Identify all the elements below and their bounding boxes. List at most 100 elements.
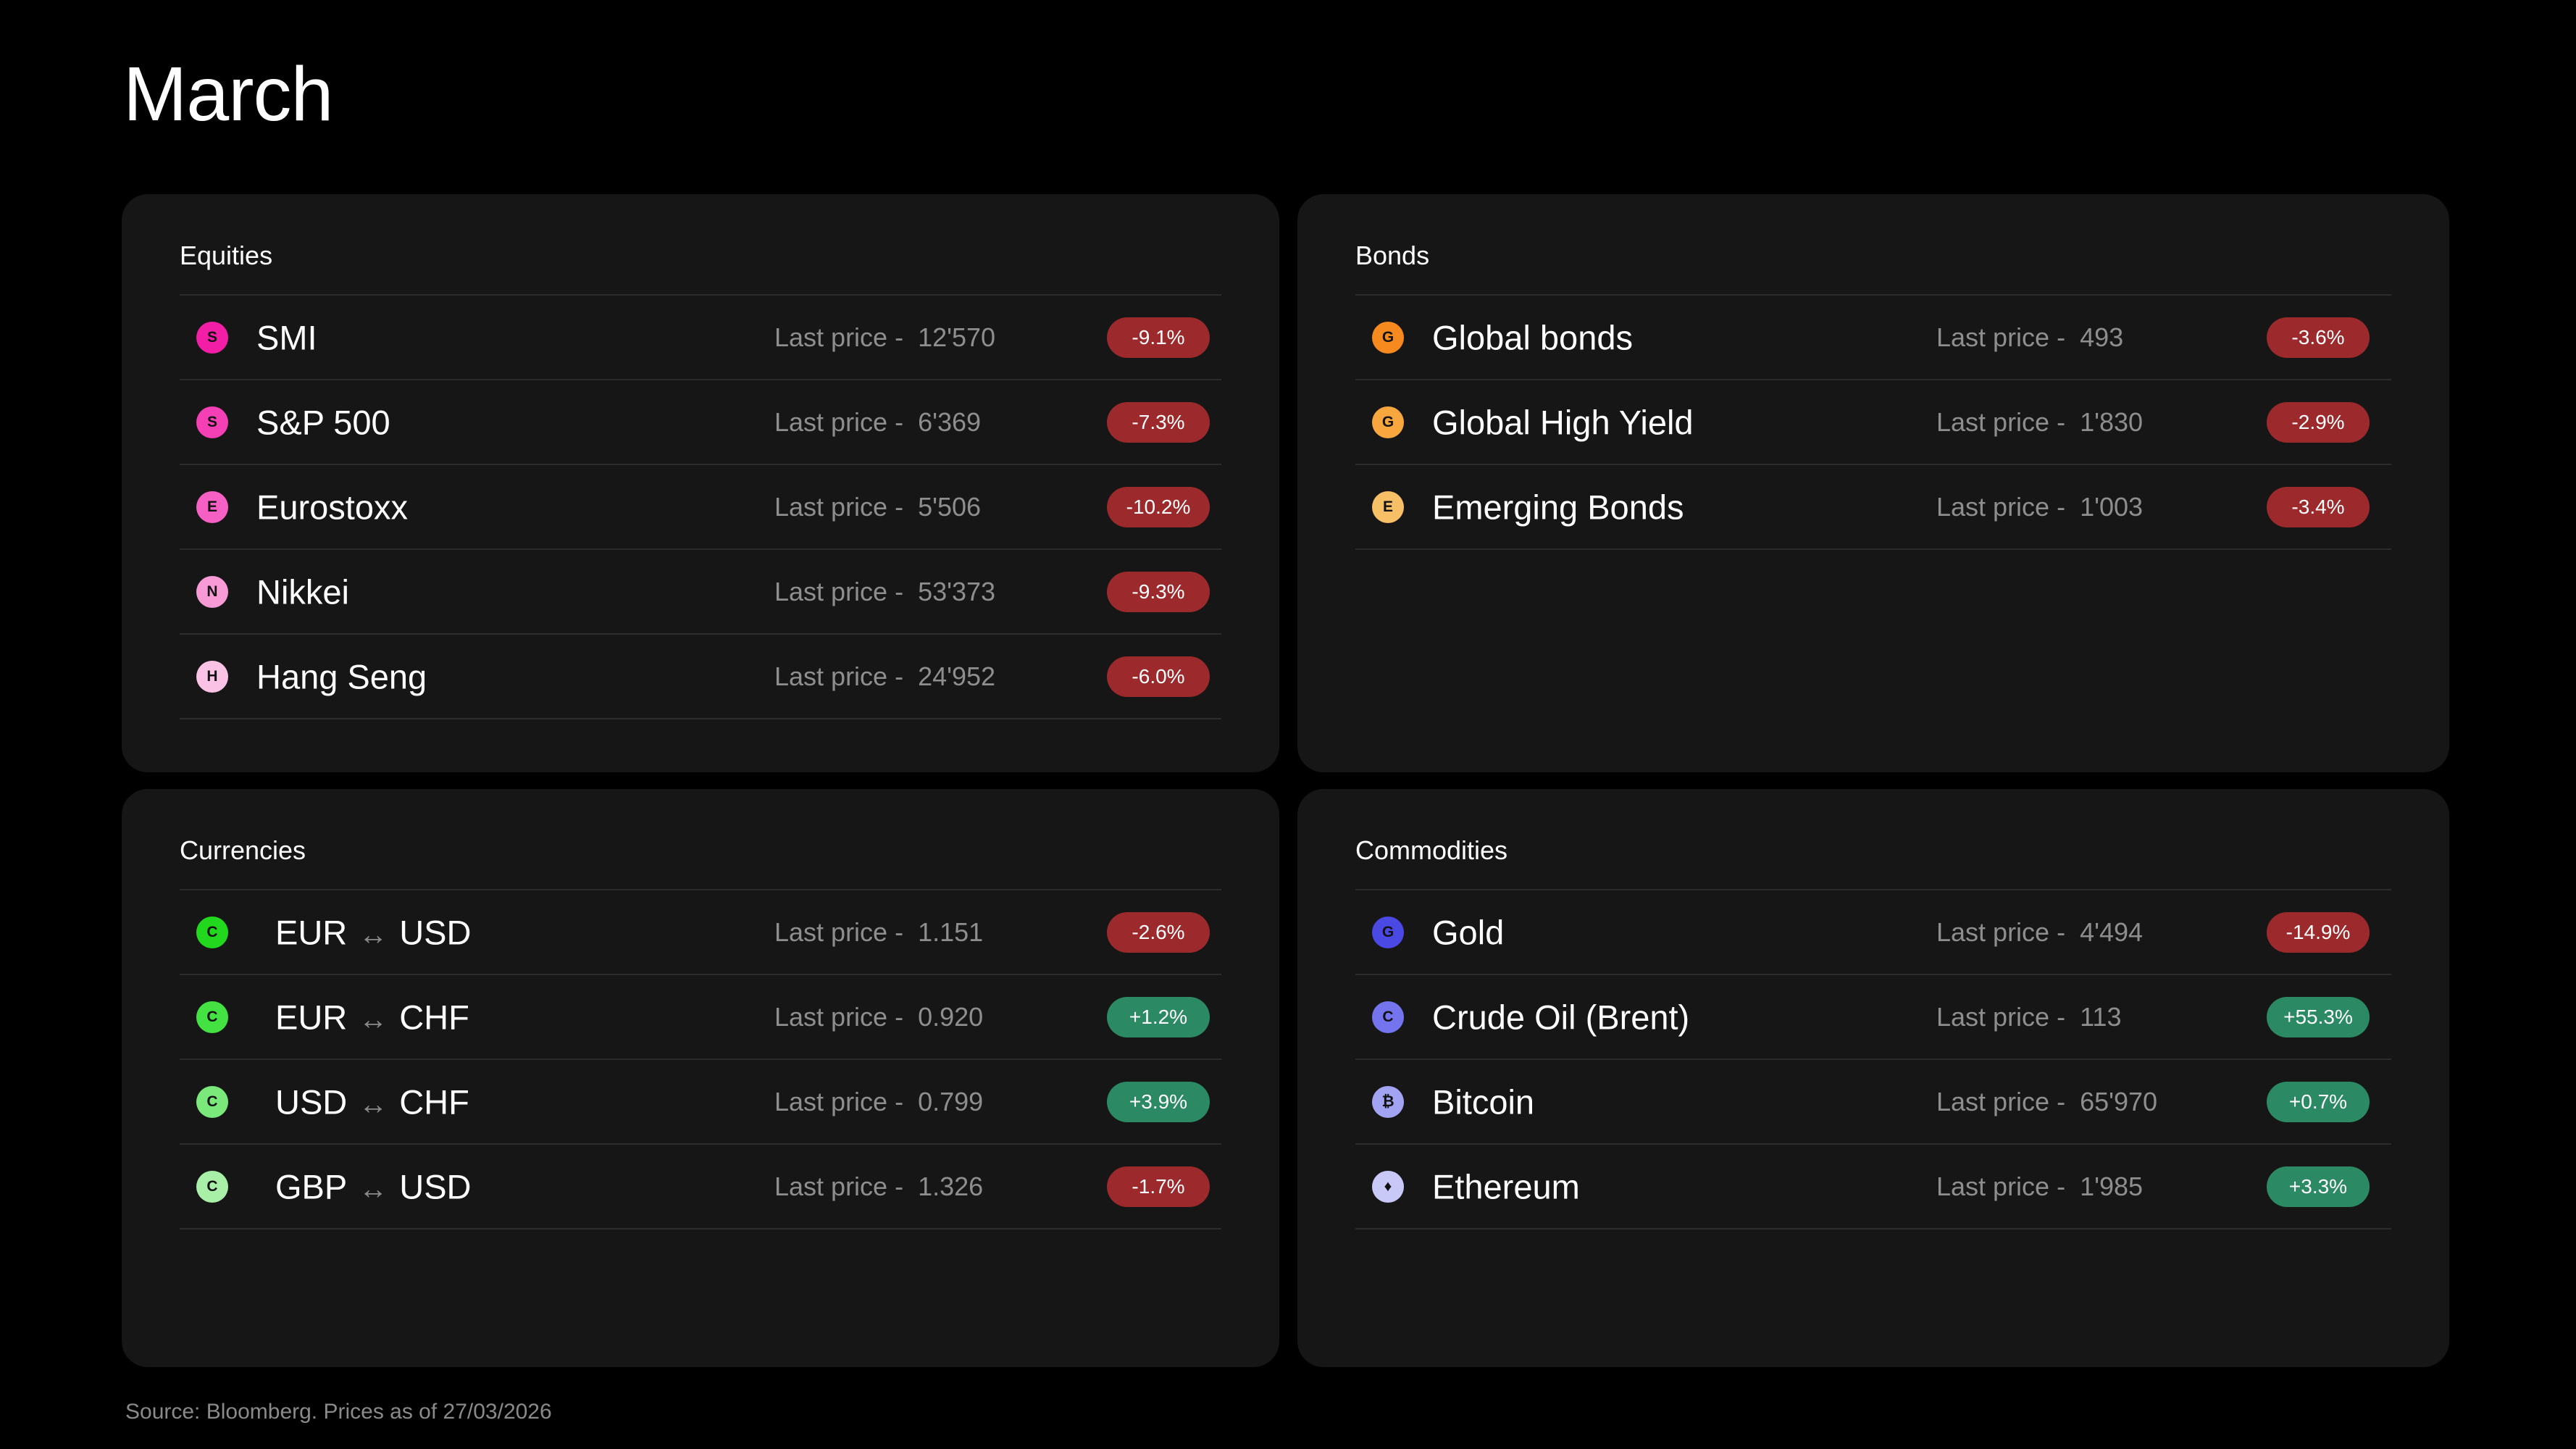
- asset-name: Crude Oil (Brent): [1432, 998, 1690, 1036]
- last-price: Last price - 0.799: [774, 1087, 983, 1117]
- asset-icon: C: [196, 1085, 228, 1118]
- last-price-label: Last price -: [774, 406, 904, 437]
- list-item: E Eurostoxx Last price - 5'506 -10.2%: [180, 465, 1221, 550]
- asset-icon: ♦: [1372, 1170, 1404, 1203]
- asset-name: S&P 500: [256, 403, 390, 441]
- last-price: Last price - 53'373: [774, 577, 995, 607]
- last-price-value: 1.151: [918, 916, 984, 947]
- last-price-value: 1'830: [2080, 406, 2144, 437]
- currency-pair: GBP ↔ USD: [275, 1166, 472, 1206]
- asset-icon: C: [196, 1001, 228, 1033]
- last-price-label: Last price -: [774, 576, 904, 606]
- card-title: Commodities: [1355, 835, 1508, 865]
- change-badge: +1.2%: [1107, 996, 1210, 1037]
- last-price: Last price - 1'985: [1936, 1172, 2143, 1202]
- change-badge: -14.9%: [2267, 911, 2370, 953]
- list-item: G Global High Yield Last price - 1'830 -2.9%: [1355, 380, 2391, 465]
- last-price-label: Last price -: [1936, 406, 2066, 437]
- last-price: Last price - 493: [1936, 322, 2123, 353]
- change-badge: -7.3%: [1107, 401, 1210, 443]
- change-badge: -3.6%: [2267, 317, 2370, 358]
- list-item: S S&P 500 Last price - 6'369 -7.3%: [180, 380, 1221, 465]
- list-item: N Nikkei Last price - 53'373 -9.3%: [180, 550, 1221, 635]
- change-badge: +3.9%: [1107, 1081, 1210, 1122]
- asset-icon: C: [196, 1170, 228, 1203]
- last-price-label: Last price -: [1936, 491, 2066, 522]
- asset-icon: H: [196, 660, 228, 693]
- asset-name: Eurostoxx: [256, 488, 408, 526]
- last-price-value: 493: [2080, 322, 2124, 352]
- currency-pair: EUR ↔ USD: [275, 912, 471, 952]
- last-price-label: Last price -: [1936, 322, 2066, 352]
- list-item: G Global bonds Last price - 493 -3.6%: [1355, 296, 2391, 380]
- currency-from: EUR: [275, 913, 348, 951]
- last-price-value: 0.920: [918, 1001, 984, 1032]
- last-price: Last price - 1'830: [1936, 407, 2143, 438]
- currency-to: CHF: [399, 1082, 469, 1121]
- list-item: C GBP ↔ USD Last price - 1.326 -1.7%: [180, 1145, 1221, 1229]
- equities-list: S SMI Last price - 12'570 -9.1% S S&P 500 Last …: [180, 294, 1221, 719]
- commodities-card: Commodities G Gold Last price - 4'494 -14.9%…: [1297, 789, 2449, 1367]
- exchange-arrow-icon: ↔: [359, 1003, 388, 1035]
- last-price-label: Last price -: [774, 1086, 904, 1116]
- last-price-value: 4'494: [2080, 916, 2144, 947]
- last-price: Last price - 1'003: [1936, 492, 2143, 522]
- last-price-value: 1'985: [2080, 1171, 2144, 1201]
- bonds-card: Bonds G Global bonds Last price -493 -3.6% G…: [1297, 194, 2449, 772]
- asset-name: Bitcoin: [1432, 1082, 1535, 1121]
- last-price-label: Last price -: [774, 322, 904, 352]
- currency-from: USD: [275, 1082, 348, 1121]
- list-item: C EUR ↔ CHF Last price - 0.920 +1.2%: [180, 975, 1221, 1060]
- last-price: Last price - 5'506: [774, 492, 981, 522]
- asset-icon: G: [1372, 916, 1404, 948]
- last-price-label: Last price -: [1936, 1086, 2066, 1116]
- asset-name: Emerging Bonds: [1432, 488, 1684, 526]
- list-item: E Emerging Bonds Last price - 1'003 -3.4%: [1355, 465, 2391, 550]
- change-badge: -2.9%: [2267, 401, 2370, 443]
- last-price-value: 65'970: [2080, 1086, 2158, 1116]
- last-price-label: Last price -: [774, 916, 904, 947]
- asset-icon: G: [1372, 321, 1404, 354]
- currency-pair: USD ↔ CHF: [275, 1082, 469, 1122]
- currency-to: CHF: [399, 998, 469, 1036]
- page: March Equities S SMI Last price - 12'570 -9.…: [0, 0, 2576, 1449]
- card-title: Currencies: [180, 835, 306, 865]
- asset-name: Global bonds: [1432, 318, 1633, 356]
- change-badge: -2.6%: [1107, 911, 1210, 953]
- equities-card: Equities S SMI Last price - 12'570 -9.1% S S&P…: [122, 194, 1279, 772]
- asset-icon: N: [196, 575, 228, 608]
- asset-icon: ₿: [1372, 1085, 1404, 1118]
- currencies-list: C EUR ↔ USD Last price - 1.151 -2.6% C EUR ↔ CHF La…: [180, 889, 1221, 1229]
- last-price: Last price - 1.326: [774, 1172, 983, 1202]
- last-price: Last price - 65'970: [1936, 1087, 2157, 1117]
- last-price: Last price - 4'494: [1936, 917, 2143, 948]
- list-item: ♦ Ethereum Last price - 1'985 +3.3%: [1355, 1145, 2391, 1229]
- list-item: C USD ↔ CHF Last price - 0.799 +3.9%: [180, 1060, 1221, 1145]
- last-price-value: 0.799: [918, 1086, 984, 1116]
- currencies-card: Currencies C EUR ↔ USD Last price - 1.151 -2.6…: [122, 789, 1279, 1367]
- commodities-list: G Gold Last price - 4'494 -14.9% C Crude Oil (…: [1355, 889, 2391, 1229]
- change-badge: -6.0%: [1107, 656, 1210, 697]
- last-price-label: Last price -: [1936, 1171, 2066, 1201]
- last-price-value: 12'570: [918, 322, 996, 352]
- last-price-value: 113: [2080, 1001, 2122, 1032]
- currency-from: GBP: [275, 1167, 348, 1206]
- change-badge: -1.7%: [1107, 1166, 1210, 1207]
- last-price-value: 1.326: [918, 1171, 984, 1201]
- asset-icon: E: [196, 490, 228, 523]
- source-note: Source: Bloomberg. Prices as of 27/03/20…: [125, 1400, 552, 1424]
- asset-name: Ethereum: [1432, 1167, 1580, 1206]
- list-item: H Hang Seng Last price - 24'952 -6.0%: [180, 635, 1221, 719]
- asset-icon: C: [1372, 1001, 1404, 1033]
- asset-name: Global High Yield: [1432, 403, 1694, 441]
- exchange-arrow-icon: ↔: [359, 919, 388, 951]
- card-title: Equities: [180, 241, 273, 270]
- page-title: March: [123, 51, 334, 137]
- list-item: G Gold Last price - 4'494 -14.9%: [1355, 890, 2391, 975]
- asset-name: SMI: [256, 318, 317, 356]
- last-price-label: Last price -: [774, 491, 904, 522]
- last-price-value: 1'003: [2080, 491, 2144, 522]
- change-badge: -10.2%: [1107, 486, 1210, 527]
- list-item: S SMI Last price - 12'570 -9.1%: [180, 296, 1221, 380]
- last-price-value: 5'506: [918, 491, 982, 522]
